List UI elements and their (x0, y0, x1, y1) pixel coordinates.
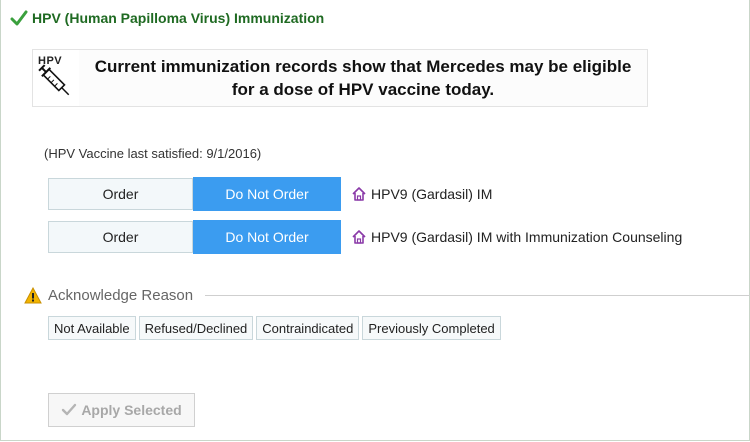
checkmark-icon (62, 403, 77, 416)
home-icon (352, 230, 366, 244)
do-not-order-button[interactable]: Do Not Order (193, 220, 341, 254)
section-header[interactable]: HPV (Human Papilloma Virus) Immunization (0, 0, 750, 36)
order-button[interactable]: Order (48, 178, 193, 210)
hpv-syringe-logo: HPV (33, 50, 80, 106)
order-row: Order Do Not Order HPV9 (Gardasil) IM wi… (48, 220, 682, 254)
apply-selected-label: Apply Selected (81, 402, 182, 418)
checkmark-icon (10, 10, 28, 26)
divider (205, 294, 750, 296)
order-item-label: HPV9 (Gardasil) IM (371, 186, 493, 202)
section-title: HPV (Human Papilloma Virus) Immunization (32, 10, 325, 26)
order-button[interactable]: Order (48, 221, 193, 253)
hpv-logo-text: HPV (38, 55, 63, 67)
reason-refused-declined-button[interactable]: Refused/Declined (138, 316, 254, 340)
home-icon (352, 187, 366, 201)
eligibility-message: Current immunization records show that M… (79, 50, 647, 106)
do-not-order-button[interactable]: Do Not Order (193, 177, 341, 211)
acknowledge-reason-label: Acknowledge Reason (48, 286, 194, 304)
eligibility-banner: HPV Current immunization records show th… (32, 49, 648, 107)
order-item: HPV9 (Gardasil) IM (351, 186, 492, 202)
acknowledge-reason-section: Acknowledge Reason (24, 284, 750, 306)
order-row: Order Do Not Order HPV9 (Gardasil) IM (48, 177, 492, 211)
reason-not-available-button[interactable]: Not Available (48, 316, 136, 340)
reason-previously-completed-button[interactable]: Previously Completed (362, 316, 501, 340)
apply-selected-button[interactable]: Apply Selected (48, 393, 195, 427)
reason-contraindicated-button[interactable]: Contraindicated (256, 316, 360, 340)
reason-buttons: Not Available Refused/Declined Contraind… (48, 316, 501, 340)
last-satisfied-text: (HPV Vaccine last satisfied: 9/1/2016) (44, 146, 262, 161)
warning-icon (24, 286, 42, 303)
order-item: HPV9 (Gardasil) IM with Immunization Cou… (351, 229, 682, 245)
order-item-label: HPV9 (Gardasil) IM with Immunization Cou… (371, 229, 683, 245)
